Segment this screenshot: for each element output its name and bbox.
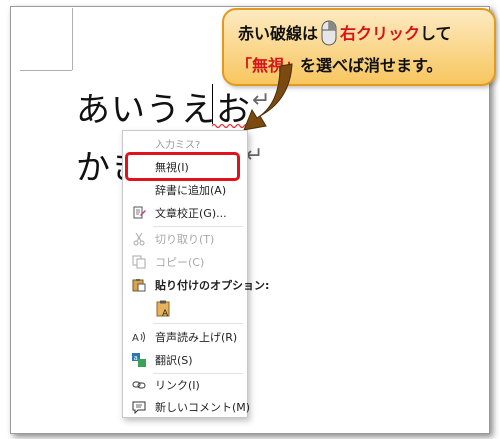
menu-separator — [153, 323, 243, 324]
svg-text:A: A — [132, 333, 139, 344]
menu-item-translate[interactable]: a 翻訳(S) — [123, 350, 247, 370]
ignore-item-highlight — [125, 152, 240, 181]
menu-item-add-to-dictionary[interactable]: 辞書に追加(A) — [123, 180, 247, 200]
menu-item-label: 貼り付けのオプション: — [155, 279, 270, 292]
menu-item-cut[interactable]: 切り取り(T) — [123, 229, 247, 249]
menu-item-label: 新しいコメント(M) — [155, 401, 251, 414]
menu-item-label: 切り取り(T) — [155, 233, 215, 246]
menu-item-label: コピー(C) — [155, 256, 205, 269]
menu-separator — [153, 226, 243, 227]
callout-text: 赤い破線は — [238, 24, 319, 43]
callout-text: を選べば消せます。 — [300, 56, 443, 75]
proofing-icon — [133, 206, 146, 219]
svg-text:A: A — [162, 309, 169, 318]
translate-icon: a — [132, 353, 146, 367]
menu-item-paste-options: 貼り付けのオプション: — [123, 275, 269, 295]
margin-corner-mark — [72, 8, 73, 70]
menu-item-read-aloud[interactable]: A 音声読み上げ(R) — [123, 327, 247, 347]
menu-item-label: 文章校正(G)... — [155, 207, 227, 220]
callout-line-1: 赤い破線は 右クリックして — [238, 20, 452, 46]
menu-header: 入力ミス? — [155, 139, 201, 151]
margin-corner-mark — [20, 70, 72, 71]
callout-pointer-arrow — [243, 63, 293, 131]
menu-item-new-comment[interactable]: 新しいコメント(M) — [123, 397, 251, 417]
menu-item-link[interactable]: リンク(I) — [123, 375, 247, 395]
scissors-icon — [133, 232, 145, 246]
paste-keep-text-only-icon[interactable]: A — [155, 300, 173, 318]
menu-item-label: リンク(I) — [155, 379, 200, 392]
copy-icon — [132, 255, 146, 269]
menu-item-label: 翻訳(S) — [155, 354, 193, 367]
comment-icon — [132, 401, 146, 414]
menu-item-copy[interactable]: コピー(C) — [123, 252, 247, 272]
link-icon — [132, 381, 146, 389]
callout-text-emphasis: 右クリック — [340, 24, 421, 43]
read-aloud-icon: A — [132, 331, 145, 344]
menu-item-label: 辞書に追加(A) — [155, 184, 227, 197]
menu-separator — [153, 373, 243, 374]
text-cursor — [212, 84, 213, 124]
callout-text: して — [420, 24, 452, 43]
menu-item-label: 音声読み上げ(R) — [155, 331, 238, 344]
mouse-icon — [321, 20, 337, 46]
svg-text:a: a — [134, 354, 138, 362]
menu-item-proofing[interactable]: 文章校正(G)... — [123, 203, 247, 223]
paste-icon — [132, 279, 146, 292]
